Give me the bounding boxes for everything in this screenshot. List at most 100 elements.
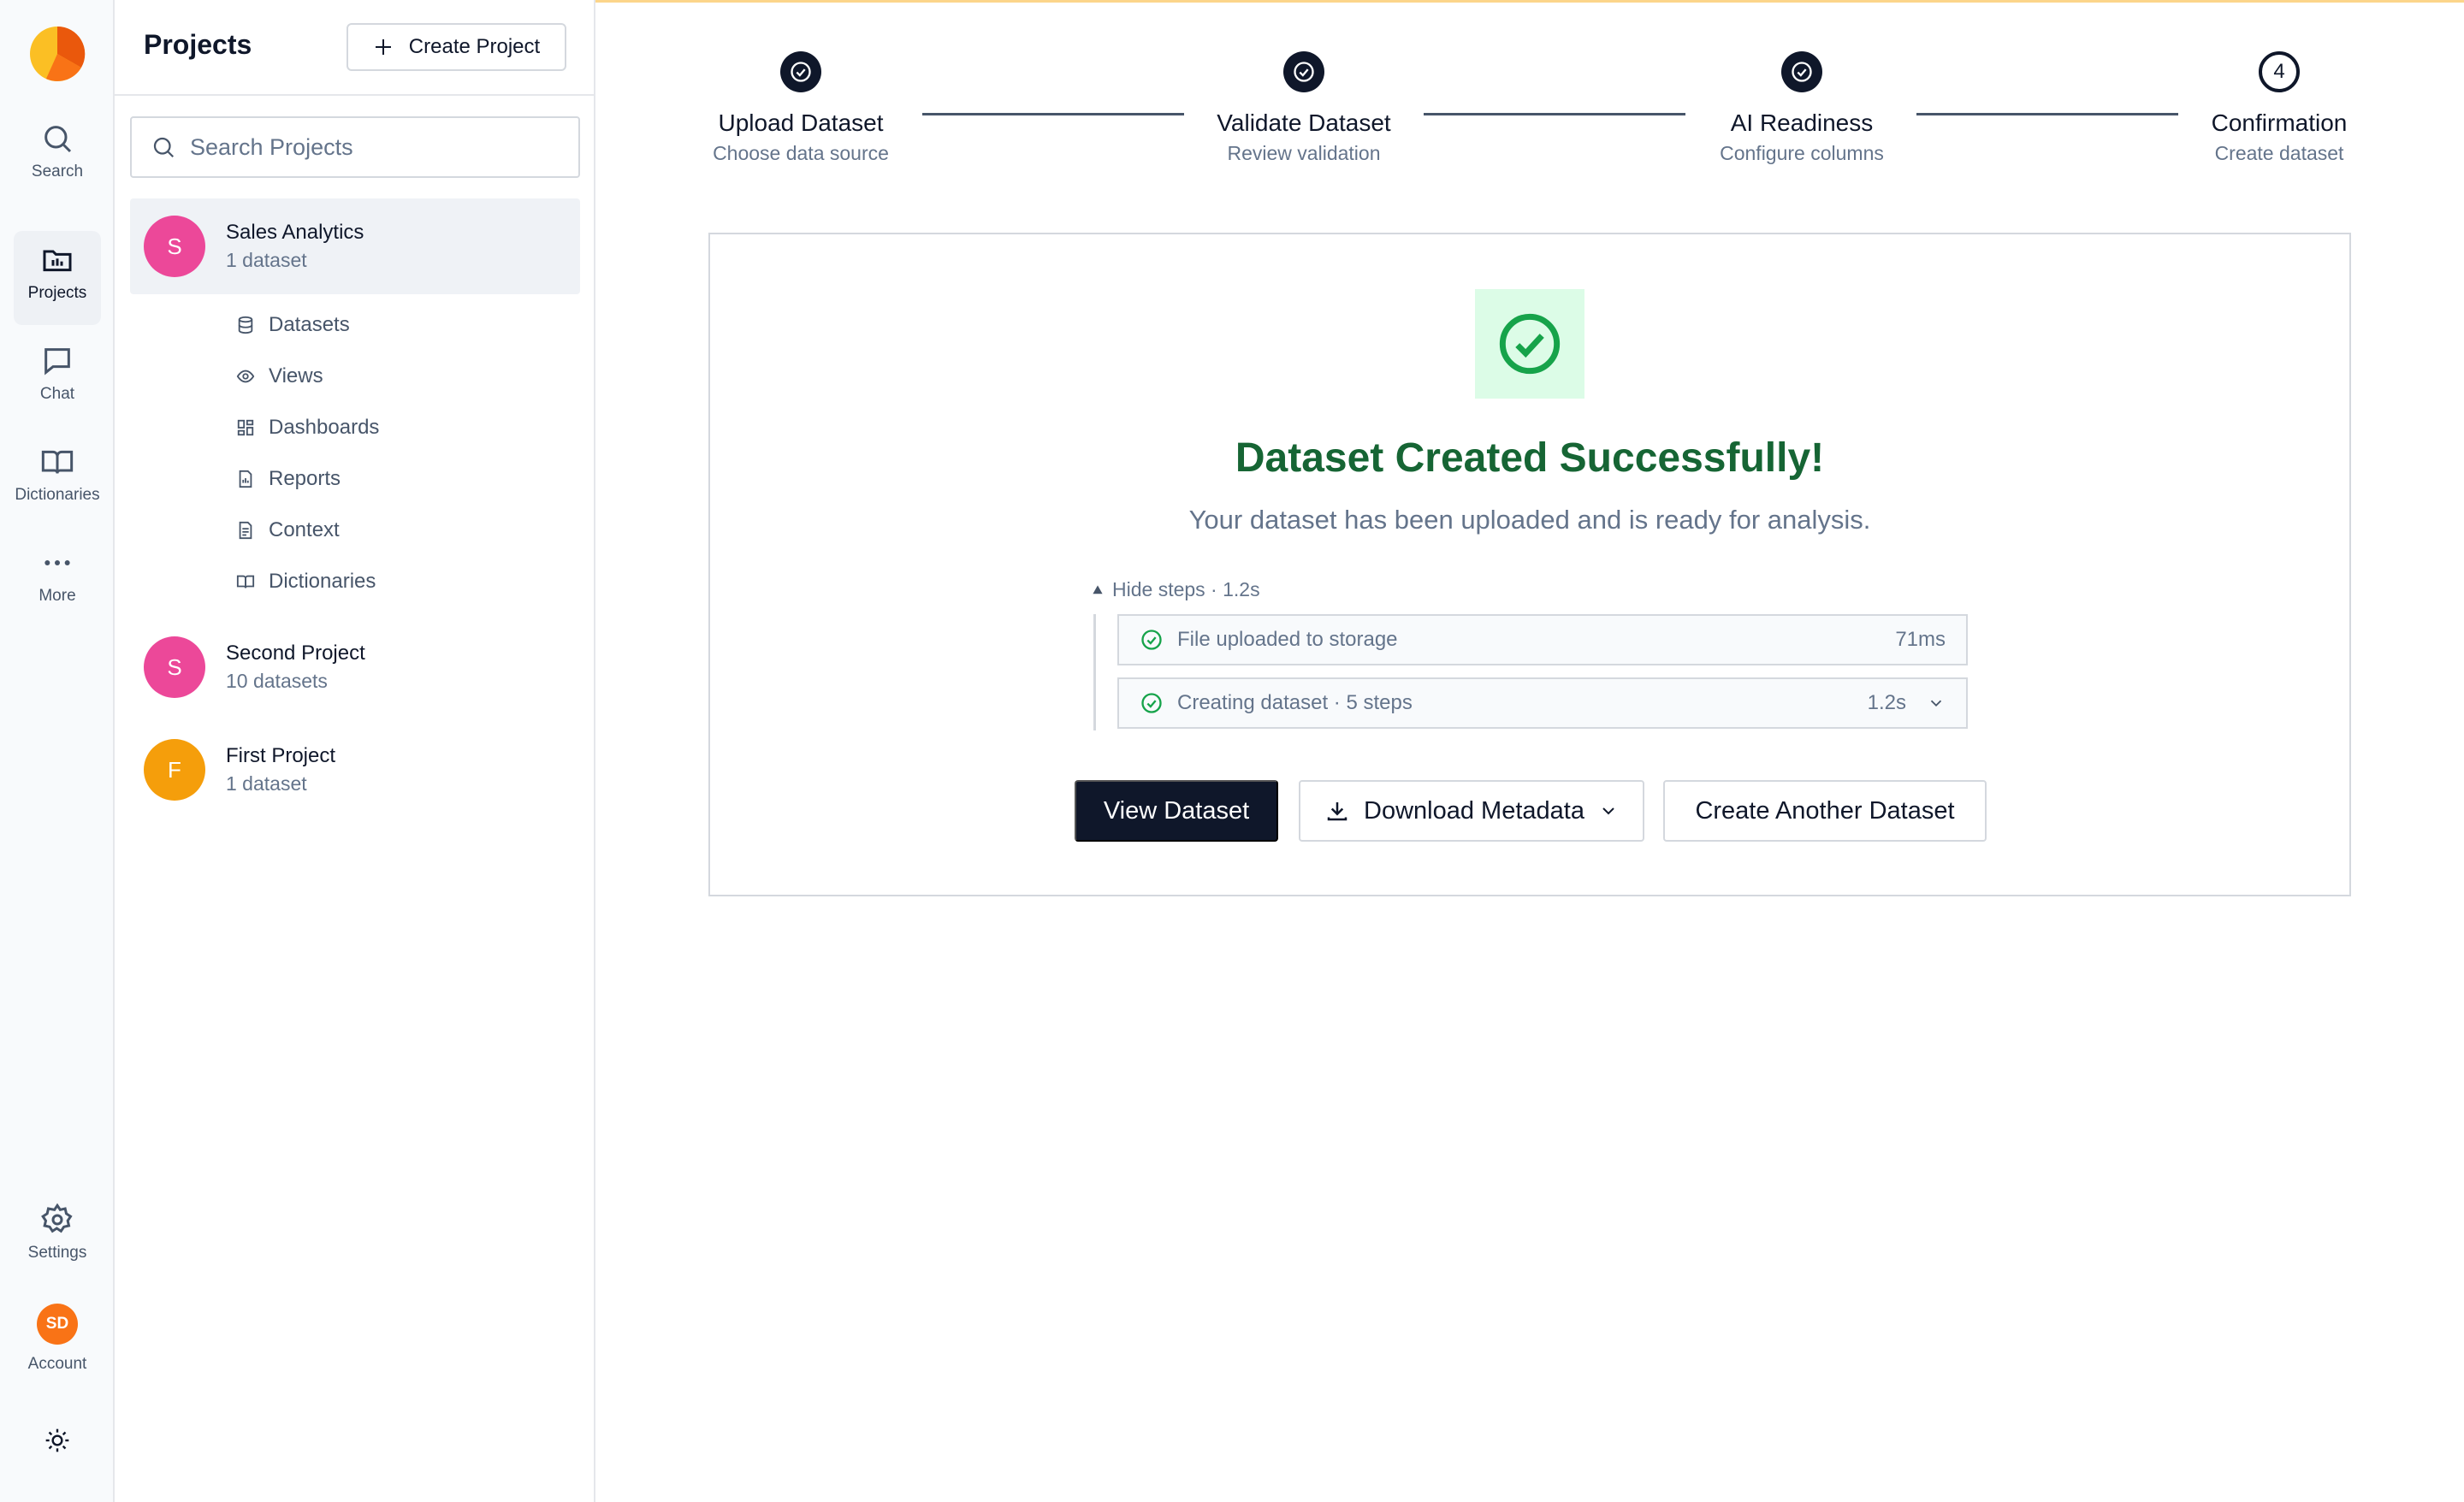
download-icon	[1327, 802, 1348, 821]
project-item-second-project[interactable]: S Second Project 10 datasets	[130, 619, 580, 715]
sub-item-views[interactable]: Views	[236, 359, 323, 393]
success-badge	[1475, 289, 1584, 399]
check-circle-icon	[1792, 62, 1812, 82]
sub-item-datasets[interactable]: Datasets	[236, 308, 350, 342]
rail-chat-label: Chat	[39, 385, 75, 403]
chevron-down-icon[interactable]	[1927, 694, 1946, 713]
project-search[interactable]	[130, 116, 580, 178]
step-confirmation: 4 Confirmation Create dataset	[2151, 51, 2408, 168]
rail-more-label: More	[38, 587, 76, 605]
step-row-time: 1.2s	[1867, 691, 1906, 714]
eye-icon	[236, 370, 255, 383]
step-row-label: File uploaded to storage	[1177, 628, 1398, 651]
book-icon	[236, 575, 255, 588]
app-logo[interactable]	[29, 26, 86, 82]
check-circle-icon	[1499, 313, 1561, 375]
search-icon	[44, 126, 72, 153]
step-row-creating-dataset[interactable]: Creating dataset · 5 steps 1.2s	[1117, 677, 1968, 729]
project-avatar: F	[144, 739, 205, 801]
caret-up-icon	[1093, 584, 1103, 594]
chat-icon	[44, 348, 70, 376]
sub-item-label: Reports	[269, 467, 341, 490]
step-title: AI Readiness	[1730, 109, 1874, 136]
step-connector	[922, 113, 1184, 115]
step-connector	[1424, 113, 1685, 115]
sub-item-dictionaries[interactable]: Dictionaries	[236, 565, 376, 599]
download-metadata-button[interactable]: Download Metadata	[1299, 780, 1644, 842]
step-subtitle: Choose data source	[713, 142, 889, 164]
download-metadata-label: Download Metadata	[1364, 796, 1584, 825]
check-circle-icon	[791, 62, 811, 82]
project-count: 1 dataset	[226, 249, 307, 271]
sub-item-label: Context	[269, 518, 340, 541]
project-avatar: S	[144, 216, 205, 277]
project-item-first-project[interactable]: F First Project 1 dataset	[130, 722, 580, 818]
icon-rail: Search Projects Chat Dictionaries More S…	[0, 0, 115, 1502]
step-subtitle: Create dataset	[2214, 142, 2344, 164]
step-done-indicator	[1781, 51, 1822, 92]
sub-item-label: Dictionaries	[269, 570, 376, 593]
dashboard-icon	[237, 419, 254, 436]
view-dataset-button[interactable]: View Dataset	[1075, 780, 1278, 842]
sub-item-reports[interactable]: Reports	[236, 462, 341, 496]
check-circle-icon	[1141, 630, 1162, 650]
hide-steps-toggle[interactable]: Hide steps · 1.2s	[1092, 578, 1260, 601]
step-title: Upload Dataset	[718, 109, 884, 136]
sub-item-context[interactable]: Context	[236, 513, 340, 547]
top-accent-line	[595, 0, 2464, 3]
folder-icon	[43, 250, 72, 272]
rail-chat[interactable]: Chat	[14, 344, 101, 404]
search-input[interactable]	[190, 133, 566, 161]
account-avatar: SD	[37, 1304, 78, 1345]
document-icon	[239, 521, 252, 540]
rail-dictionaries-label: Dictionaries	[15, 486, 100, 504]
rail-more[interactable]: More	[14, 546, 101, 606]
rail-search[interactable]: Search	[14, 121, 101, 181]
success-title: Dataset Created Successfully!	[1235, 435, 1825, 481]
check-circle-icon	[1141, 693, 1162, 713]
sub-item-label: Views	[269, 364, 323, 387]
project-item-sales-analytics[interactable]: S Sales Analytics 1 dataset	[130, 198, 580, 294]
step-subtitle: Review validation	[1227, 142, 1381, 164]
report-icon	[239, 470, 252, 488]
panel-title: Projects	[144, 29, 252, 60]
step-title: Confirmation	[2211, 109, 2348, 136]
check-circle-icon	[1294, 62, 1314, 82]
more-icon	[44, 560, 70, 565]
rail-settings[interactable]: Settings	[14, 1203, 101, 1263]
step-upload-dataset: Upload Dataset Choose data source	[672, 51, 929, 168]
step-subtitle: Configure columns	[1720, 142, 1884, 164]
project-avatar: S	[144, 636, 205, 698]
sun-icon	[45, 1428, 69, 1452]
step-row-file-upload: File uploaded to storage 71ms	[1117, 614, 1968, 665]
sub-item-dashboards[interactable]: Dashboards	[236, 411, 379, 445]
rail-projects-label: Projects	[27, 284, 87, 302]
project-name: Second Project	[226, 642, 365, 665]
sub-item-label: Datasets	[269, 313, 350, 336]
rail-dictionaries[interactable]: Dictionaries	[14, 445, 101, 505]
panel-header: Projects Create Project	[115, 0, 594, 96]
result-card: Dataset Created Successfully! Your datas…	[708, 233, 2351, 896]
gear-icon	[41, 1203, 73, 1233]
step-ai-readiness: AI Readiness Configure columns	[1673, 51, 1930, 168]
theme-toggle[interactable]	[14, 1427, 101, 1461]
rail-projects[interactable]: Projects	[14, 231, 101, 325]
rail-account-label: Account	[27, 1355, 87, 1373]
project-name: Sales Analytics	[226, 221, 364, 244]
chevron-down-icon	[1602, 807, 1614, 815]
create-another-dataset-button[interactable]: Create Another Dataset	[1663, 780, 1987, 842]
step-connector	[1916, 113, 2178, 115]
sub-item-label: Dashboards	[269, 416, 380, 439]
step-current-indicator: 4	[2259, 51, 2300, 92]
steps-rule	[1093, 614, 1096, 730]
step-done-indicator	[1283, 51, 1324, 92]
project-name: First Project	[226, 744, 336, 767]
step-validate-dataset: Validate Dataset Review validation	[1176, 51, 1432, 168]
hide-steps-label: Hide steps · 1.2s	[1112, 578, 1260, 600]
projects-panel: Projects Create Project S Sales Analytic…	[115, 0, 595, 1502]
book-icon	[41, 450, 74, 474]
create-project-button[interactable]: Create Project	[346, 23, 566, 71]
step-row-label: Creating dataset · 5 steps	[1177, 691, 1413, 714]
rail-account[interactable]: SD Account	[14, 1304, 101, 1374]
success-subtitle: Your dataset has been uploaded and is re…	[1188, 505, 1871, 535]
